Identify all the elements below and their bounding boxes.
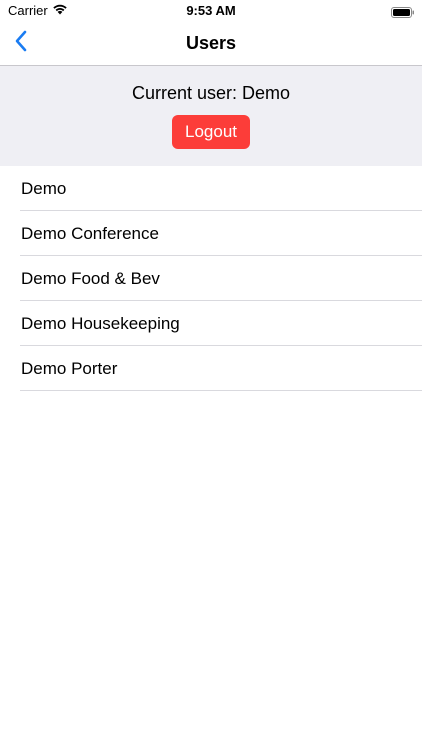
current-user-panel: Current user: Demo Logout <box>0 66 422 166</box>
user-list: Demo Demo Conference Demo Food & Bev Dem… <box>0 166 422 391</box>
user-name: Demo Housekeeping <box>21 313 180 333</box>
user-name: Demo <box>21 178 67 198</box>
user-name: Demo Porter <box>21 358 118 378</box>
list-item[interactable]: Demo Porter <box>0 346 422 391</box>
list-item[interactable]: Demo Food & Bev <box>0 256 422 301</box>
navigation-bar: Users <box>0 22 422 66</box>
list-item[interactable]: Demo Housekeeping <box>0 301 422 346</box>
user-name: Demo Food & Bev <box>21 268 160 288</box>
user-name: Demo Conference <box>21 223 159 243</box>
logout-button[interactable]: Logout <box>172 115 250 149</box>
battery-icon <box>391 5 414 18</box>
page-title: Users <box>185 33 237 53</box>
current-user-label: Current user: Demo <box>131 83 291 103</box>
list-item[interactable]: Demo Conference <box>0 211 422 256</box>
status-time: 9:53 AM <box>186 3 236 18</box>
status-bar: Carrier 9:53 AM <box>0 0 422 22</box>
list-item[interactable]: Demo <box>0 166 422 211</box>
